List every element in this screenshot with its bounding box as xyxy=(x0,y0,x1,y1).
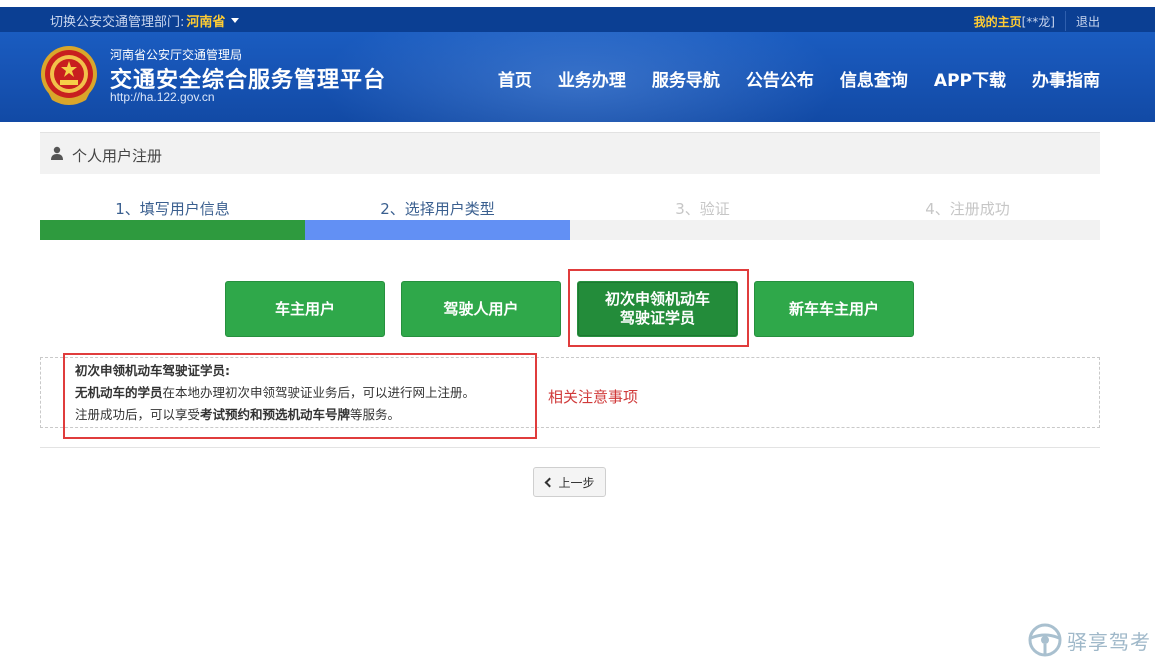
department-switcher[interactable]: 切换公安交通管理部门: 河南省 xyxy=(50,11,240,30)
watermark: 驿享驾考 xyxy=(1027,622,1151,658)
site-header: 河南省公安厅交通管理局 交通安全综合服务管理平台 http://ha.122.g… xyxy=(0,32,1155,122)
panel-header: 个人用户注册 xyxy=(40,132,1100,174)
main-nav: 首页 业务办理 服务导航 公告公布 信息查询 APP下载 办事指南 xyxy=(472,66,1100,91)
caret-down-icon[interactable] xyxy=(231,18,240,23)
previous-step-button[interactable]: 上一步 xyxy=(533,467,606,497)
department-switch-label: 切换公安交通管理部门: xyxy=(50,15,185,30)
step-1: 1、填写用户信息 xyxy=(115,200,230,218)
logout-link[interactable]: 退出 xyxy=(1076,13,1100,30)
nav-guide[interactable]: 办事指南 xyxy=(1032,66,1100,91)
nav-home[interactable]: 首页 xyxy=(498,66,532,91)
organization-name: 河南省公安厅交通管理局 xyxy=(110,48,243,62)
vehicle-owner-button[interactable]: 车主用户 xyxy=(225,281,385,337)
my-homepage-link[interactable]: 我的主页 xyxy=(974,13,1022,30)
user-name: [**龙] xyxy=(1021,14,1055,29)
top-bar: 切换公安交通管理部门: 河南省 我的主页 [**龙] 退出 xyxy=(0,0,1155,32)
steering-wheel-icon xyxy=(1028,623,1062,657)
step-labels: 1、填写用户信息 2、选择用户类型 3、验证 4、注册成功 xyxy=(40,198,1100,218)
annotation-highlight-box xyxy=(568,269,749,347)
new-car-owner-button[interactable]: 新车车主用户 xyxy=(754,281,914,337)
step-3: 3、验证 xyxy=(675,200,730,218)
site-url: http://ha.122.gov.cn xyxy=(110,90,215,104)
step-progress-bar xyxy=(40,220,1100,240)
step-4: 4、注册成功 xyxy=(925,200,1010,218)
driver-user-button[interactable]: 驾驶人用户 xyxy=(401,281,561,337)
step-2: 2、选择用户类型 xyxy=(380,200,495,218)
current-province[interactable]: 河南省 xyxy=(186,11,225,30)
divider xyxy=(40,447,1100,448)
annotation-highlight-box xyxy=(63,353,537,439)
user-icon xyxy=(51,146,63,160)
police-emblem-icon xyxy=(41,46,97,105)
nav-app-download[interactable]: APP下载 xyxy=(934,66,1006,91)
progress-segment-completed xyxy=(40,220,305,240)
divider xyxy=(1064,11,1066,31)
nav-announcements[interactable]: 公告公布 xyxy=(746,66,814,91)
nav-business[interactable]: 业务办理 xyxy=(558,66,626,91)
annotation-note: 相关注意事项 xyxy=(548,388,639,406)
user-links: 我的主页 [**龙] 退出 xyxy=(974,11,1100,31)
nav-info-query[interactable]: 信息查询 xyxy=(840,66,908,91)
nav-service-guide[interactable]: 服务导航 xyxy=(652,66,720,91)
chevron-left-icon xyxy=(545,477,555,487)
page-title: 个人用户注册 xyxy=(72,147,163,165)
progress-segment-current xyxy=(305,220,570,240)
